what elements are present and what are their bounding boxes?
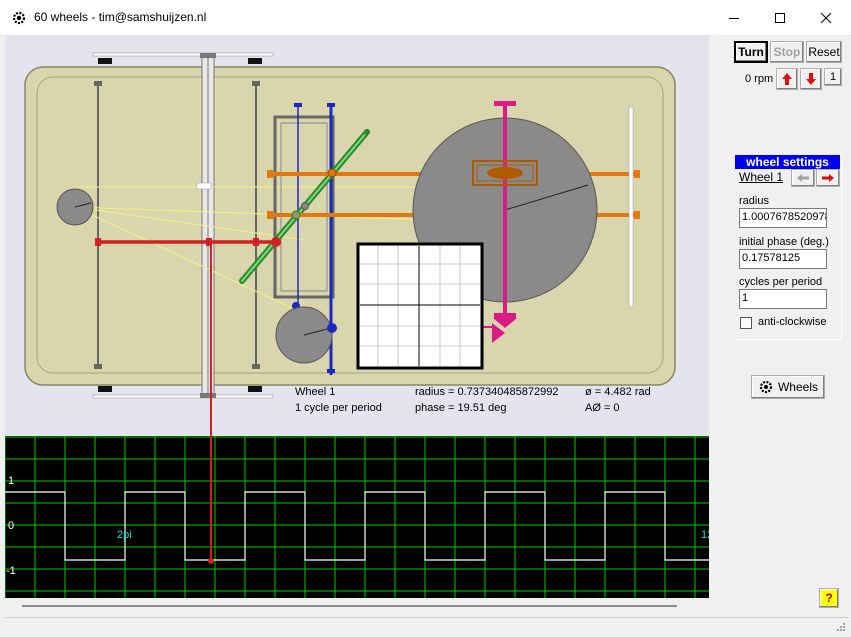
minimize-icon (729, 17, 739, 19)
anticlockwise-checkbox[interactable] (740, 317, 752, 329)
rpm-display: 0 rpm (745, 73, 774, 85)
maximize-button[interactable] (757, 0, 803, 35)
control-panel: Turn Stop Reset 0 rpm 1 wheel settings W… (713, 35, 849, 617)
radius-label: radius (739, 195, 769, 207)
panel-separator (709, 35, 712, 598)
guide-cap (252, 364, 260, 369)
rail-pad (98, 58, 112, 64)
rpm-up-button[interactable] (776, 68, 798, 90)
maximize-icon (775, 12, 785, 23)
info-radius: radius = 0.737340485872992 (415, 386, 559, 398)
window-title: 60 wheels - tim@samshuijzen.nl (34, 10, 207, 24)
prev-wheel-button[interactable] (791, 169, 815, 187)
radius-input[interactable]: 1.0007678520978 (739, 208, 827, 228)
rpm-down-button[interactable] (800, 68, 822, 90)
info-a-omega: AØ = 0 (585, 402, 620, 414)
phase-label: initial phase (deg.) (739, 236, 829, 248)
output-preview (356, 242, 484, 370)
anticlockwise-label: anti-clockwise (758, 316, 827, 328)
simulation-canvas: 1 0 -1 2pi 12 Wheel 1 1 cycle per period… (5, 35, 709, 598)
info-phase: phase = 19.51 deg (415, 402, 507, 414)
close-button[interactable] (803, 0, 849, 35)
scope-tick-minus1: -1 (6, 565, 16, 577)
wheels-button-label: Wheels (777, 380, 818, 394)
wheels-icon (759, 380, 773, 394)
info-cycles: 1 cycle per period (295, 402, 382, 414)
bottom-rail (92, 394, 274, 399)
slider-cap (200, 53, 216, 58)
step-button[interactable]: 1 (824, 68, 842, 86)
guide-cap (94, 81, 102, 86)
scope-tick-1: 1 (8, 475, 15, 487)
blue-joint (327, 323, 337, 333)
minimize-button[interactable] (711, 0, 757, 35)
arrow-right-icon (822, 174, 834, 182)
horizontal-scrollbar[interactable] (5, 598, 709, 615)
scope-2pi-label: 2pi (117, 529, 132, 541)
phase-input[interactable]: 0.17578125 (739, 249, 827, 269)
right-rail (628, 106, 634, 308)
machine-drawing (5, 52, 709, 598)
slider-cap (200, 393, 216, 398)
help-button[interactable]: ? (819, 588, 839, 608)
turn-button[interactable]: Turn (734, 41, 768, 63)
resize-grip-icon (837, 623, 845, 631)
scope-tick-0: 0 (8, 520, 15, 532)
wheel-settings-header: wheel settings (735, 155, 840, 169)
slider-block (196, 182, 212, 190)
next-wheel-button[interactable] (816, 169, 840, 187)
stop-button[interactable]: Stop (770, 41, 804, 63)
scrollbar-thumb[interactable] (22, 605, 677, 607)
rail-pad (248, 386, 262, 392)
wheels-button[interactable]: Wheels (751, 375, 825, 399)
arrow-down-icon (806, 73, 816, 85)
rail-pad (98, 386, 112, 392)
top-rail (92, 52, 274, 57)
cycles-label: cycles per period (739, 276, 823, 288)
info-wheel-name: Wheel 1 (295, 386, 336, 398)
arrow-up-icon (782, 73, 792, 85)
wheel-selector-link[interactable]: Wheel 1 (739, 170, 783, 184)
info-omega: ø = 4.482 rad (585, 386, 651, 398)
rail-pad (248, 58, 262, 64)
orange-joint (327, 168, 337, 178)
guide-cap (94, 364, 102, 369)
oscilloscope (5, 436, 709, 598)
reset-button[interactable]: Reset (806, 41, 842, 63)
guide-cap (252, 81, 260, 86)
red-joint (271, 237, 281, 247)
title-bar: 60 wheels - tim@samshuijzen.nl (0, 0, 851, 36)
cycles-input[interactable]: 1 (739, 289, 827, 309)
scope-right-label: 12 (701, 529, 709, 541)
arrow-left-icon (797, 174, 809, 182)
app-gear-icon (12, 11, 26, 25)
close-icon (820, 12, 832, 23)
status-bar (5, 617, 849, 635)
